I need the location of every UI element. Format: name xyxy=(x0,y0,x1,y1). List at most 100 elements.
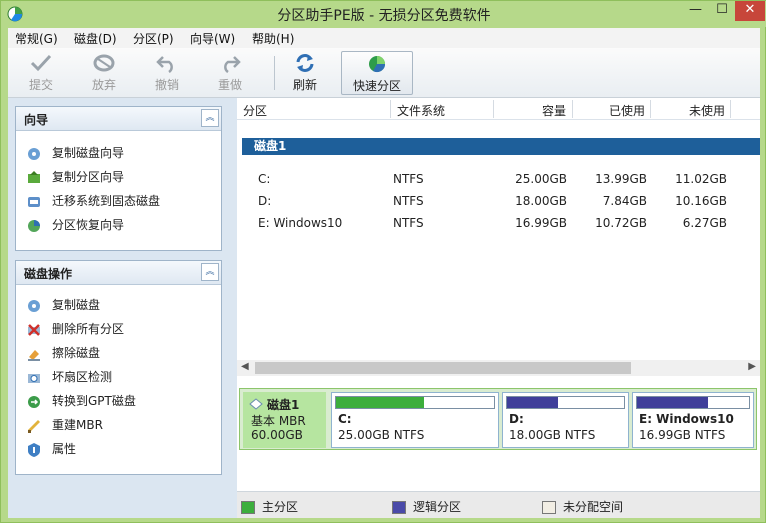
undo-icon xyxy=(156,56,173,73)
disk-info-block[interactable]: 磁盘1 基本 MBR 60.00GB xyxy=(243,392,326,448)
maximize-button[interactable]: ☐ xyxy=(709,1,735,21)
disk-name: 磁盘1 xyxy=(267,398,300,412)
redo-icon xyxy=(224,56,241,73)
refresh-icon xyxy=(296,54,314,72)
cell-free: 6.27GB xyxy=(682,216,727,230)
menu-help[interactable]: 帮助(H) xyxy=(252,30,294,47)
partition-recovery-icon xyxy=(28,219,40,232)
usage-bar xyxy=(506,396,625,409)
cell-fs: NTFS xyxy=(393,172,424,186)
scroll-left-icon[interactable]: ◀ xyxy=(241,361,249,372)
wizard-migrate-os[interactable]: 迁移系统到固态磁盘 xyxy=(26,192,160,210)
horizontal-scrollbar[interactable]: ◀ ▶ xyxy=(237,360,760,376)
partition-label: C: xyxy=(338,412,352,426)
col-divider[interactable] xyxy=(730,100,731,118)
op-copy-disk-label: 复制磁盘 xyxy=(52,298,101,312)
wizard-copy-partition[interactable]: 复制分区向导 xyxy=(26,168,124,186)
cell-partition: D: xyxy=(258,194,272,208)
col-partition[interactable]: 分区 xyxy=(243,102,267,119)
primary-swatch-icon xyxy=(241,501,255,514)
disk-ops-panel: 磁盘操作 ︽ 复制磁盘 删除所有分区 擦除磁盘 坏扇区检测 转换到GPT磁盘 重… xyxy=(15,260,222,475)
col-divider[interactable] xyxy=(493,100,494,118)
menu-disk[interactable]: 磁盘(D) xyxy=(74,30,117,47)
col-divider[interactable] xyxy=(572,100,573,118)
scroll-right-icon[interactable]: ▶ xyxy=(748,361,756,372)
partition-detail: 16.99GB NTFS xyxy=(639,428,726,442)
col-capacity[interactable]: 容量 xyxy=(542,102,566,119)
cell-free: 11.02GB xyxy=(675,172,727,186)
col-used[interactable]: 已使用 xyxy=(609,102,645,119)
usage-fill xyxy=(637,397,708,408)
usage-bar xyxy=(636,396,750,409)
table-row[interactable]: D: NTFS 18.00GB 7.84GB 10.16GB xyxy=(237,192,760,212)
pane-splitter[interactable] xyxy=(237,376,760,382)
table-row[interactable]: C: NTFS 25.00GB 13.99GB 11.02GB xyxy=(237,170,760,190)
partition-block-d[interactable]: D: 18.00GB NTFS xyxy=(502,392,629,448)
title-bar: 分区助手PE版 - 无损分区免费软件 — ☐ ✕ xyxy=(1,1,766,27)
toolbar: 提交 放弃 撤销 重做 刷新 快速分区 xyxy=(8,48,760,98)
usage-fill xyxy=(336,397,425,408)
col-divider[interactable] xyxy=(390,100,391,118)
discard-icon xyxy=(93,54,115,72)
disk-group-header[interactable]: 磁盘1 xyxy=(242,138,760,155)
op-copy-disk[interactable]: 复制磁盘 xyxy=(26,296,100,314)
cell-used: 7.84GB xyxy=(602,194,647,208)
quick-partition-button[interactable]: 快速分区 xyxy=(341,51,413,95)
op-bad-sector-check[interactable]: 坏扇区检测 xyxy=(26,368,112,386)
table-row[interactable]: E: Windows10 NTFS 16.99GB 10.72GB 6.27GB xyxy=(237,214,760,234)
usage-fill xyxy=(507,397,559,408)
usage-bar xyxy=(335,396,495,409)
undo-button[interactable]: 撤销 xyxy=(138,51,196,95)
cell-fs: NTFS xyxy=(393,216,424,230)
op-delete-all-partitions[interactable]: 删除所有分区 xyxy=(26,320,124,338)
cell-capacity: 18.00GB xyxy=(515,194,567,208)
col-divider[interactable] xyxy=(650,100,651,118)
wizard-panel-header: 向导 ︽ xyxy=(16,107,221,131)
redo-button[interactable]: 重做 xyxy=(201,51,259,95)
left-bottom-strip xyxy=(8,491,237,518)
col-free[interactable]: 未使用 xyxy=(689,102,725,119)
partition-block-e[interactable]: E: Windows10 16.99GB NTFS xyxy=(632,392,754,448)
wizard-partition-recovery-label: 分区恢复向导 xyxy=(52,218,125,232)
wizard-partition-recovery[interactable]: 分区恢复向导 xyxy=(26,216,124,234)
wipe-disk-icon xyxy=(28,349,40,361)
op-rebuild-mbr[interactable]: 重建MBR xyxy=(26,416,103,434)
legend-logical-label: 逻辑分区 xyxy=(413,500,462,514)
wizard-copy-disk[interactable]: 复制磁盘向导 xyxy=(26,144,124,162)
wizard-panel: 向导 ︽ 复制磁盘向导 复制分区向导 迁移系统到固态磁盘 分区恢复向导 xyxy=(15,106,222,251)
left-pane: 向导 ︽ 复制磁盘向导 复制分区向导 迁移系统到固态磁盘 分区恢复向导 磁盘操作… xyxy=(8,98,237,491)
collapse-chevron-icon[interactable]: ︽ xyxy=(201,109,219,127)
close-button[interactable]: ✕ xyxy=(735,1,765,21)
quick-partition-label: 快速分区 xyxy=(352,79,401,93)
copy-disk-wizard-icon xyxy=(28,147,40,160)
partition-block-c[interactable]: C: 25.00GB NTFS xyxy=(331,392,499,448)
discard-button[interactable]: 放弃 xyxy=(75,51,133,95)
op-rebuild-mbr-label: 重建MBR xyxy=(52,418,103,432)
migrate-os-ssd-icon xyxy=(28,196,40,207)
op-delete-all-partitions-label: 删除所有分区 xyxy=(52,322,125,336)
discard-label: 放弃 xyxy=(91,78,116,92)
col-filesystem[interactable]: 文件系统 xyxy=(397,102,445,119)
op-bad-sector-check-label: 坏扇区检测 xyxy=(52,370,113,384)
commit-button[interactable]: 提交 xyxy=(12,51,70,95)
menu-general[interactable]: 常规(G) xyxy=(15,30,58,47)
scrollbar-thumb[interactable] xyxy=(255,362,631,374)
menu-wizard[interactable]: 向导(W) xyxy=(190,30,235,47)
op-convert-gpt[interactable]: 转换到GPT磁盘 xyxy=(26,392,136,410)
op-properties[interactable]: 属性 xyxy=(26,440,76,458)
menu-partition[interactable]: 分区(P) xyxy=(133,30,174,47)
op-wipe-disk[interactable]: 擦除磁盘 xyxy=(26,344,100,362)
convert-gpt-icon xyxy=(28,395,40,408)
cell-partition: C: xyxy=(258,172,271,186)
partition-label: E: Windows10 xyxy=(639,412,734,426)
window-title: 分区助手PE版 - 无损分区免费软件 xyxy=(277,8,491,24)
refresh-button[interactable]: 刷新 xyxy=(276,51,334,95)
collapse-chevron-icon[interactable]: ︽ xyxy=(201,263,219,281)
disk-icon xyxy=(249,398,263,410)
legend-primary: 主分区 xyxy=(241,498,298,515)
legend-unallocated-label: 未分配空间 xyxy=(563,500,624,514)
legend-primary-label: 主分区 xyxy=(262,500,299,514)
undo-label: 撤销 xyxy=(154,78,179,92)
disk-ops-panel-title: 磁盘操作 xyxy=(24,267,73,281)
minimize-button[interactable]: — xyxy=(682,1,709,21)
